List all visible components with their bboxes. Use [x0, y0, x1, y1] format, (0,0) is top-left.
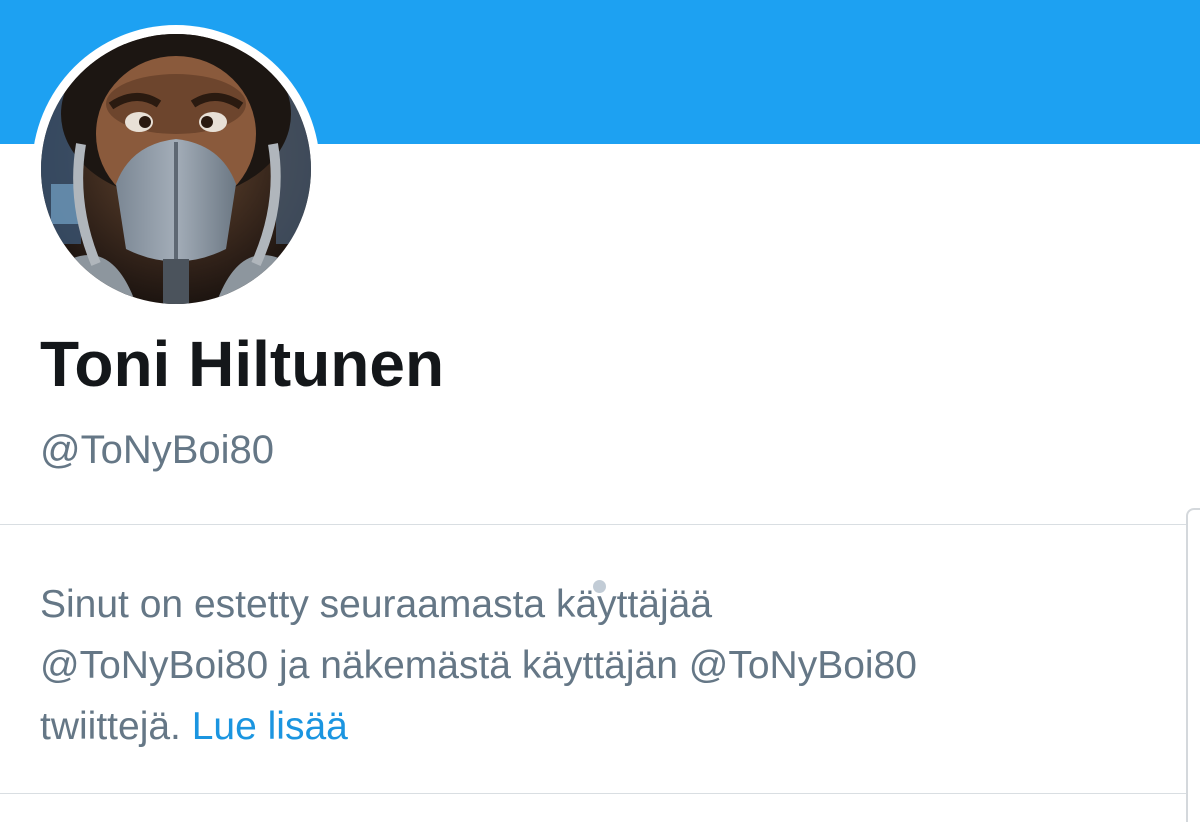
section-divider [0, 524, 1188, 525]
display-name: Toni Hiltunen [40, 328, 445, 400]
avatar-photo [41, 34, 311, 304]
section-divider-bottom [0, 793, 1188, 794]
learn-more-link[interactable]: Lue lisää [192, 705, 348, 748]
user-handle: @ToNyBoi80 [40, 428, 275, 472]
notice-line-1: Sinut on estetty seuraamasta käyttäjää [40, 583, 713, 626]
blocked-notice: Sinut on estetty seuraamasta käyttäjää @T… [40, 574, 1170, 757]
panel-edge [1186, 508, 1200, 822]
avatar[interactable] [41, 34, 311, 304]
notice-line-3: twiittejä. [40, 705, 181, 748]
notice-line-2: @ToNyBoi80 ja näkemästä käyttäjän @ToNyB… [40, 644, 917, 687]
profile-page: Toni Hiltunen @ToNyBoi80 Sinut on estett… [0, 0, 1200, 822]
